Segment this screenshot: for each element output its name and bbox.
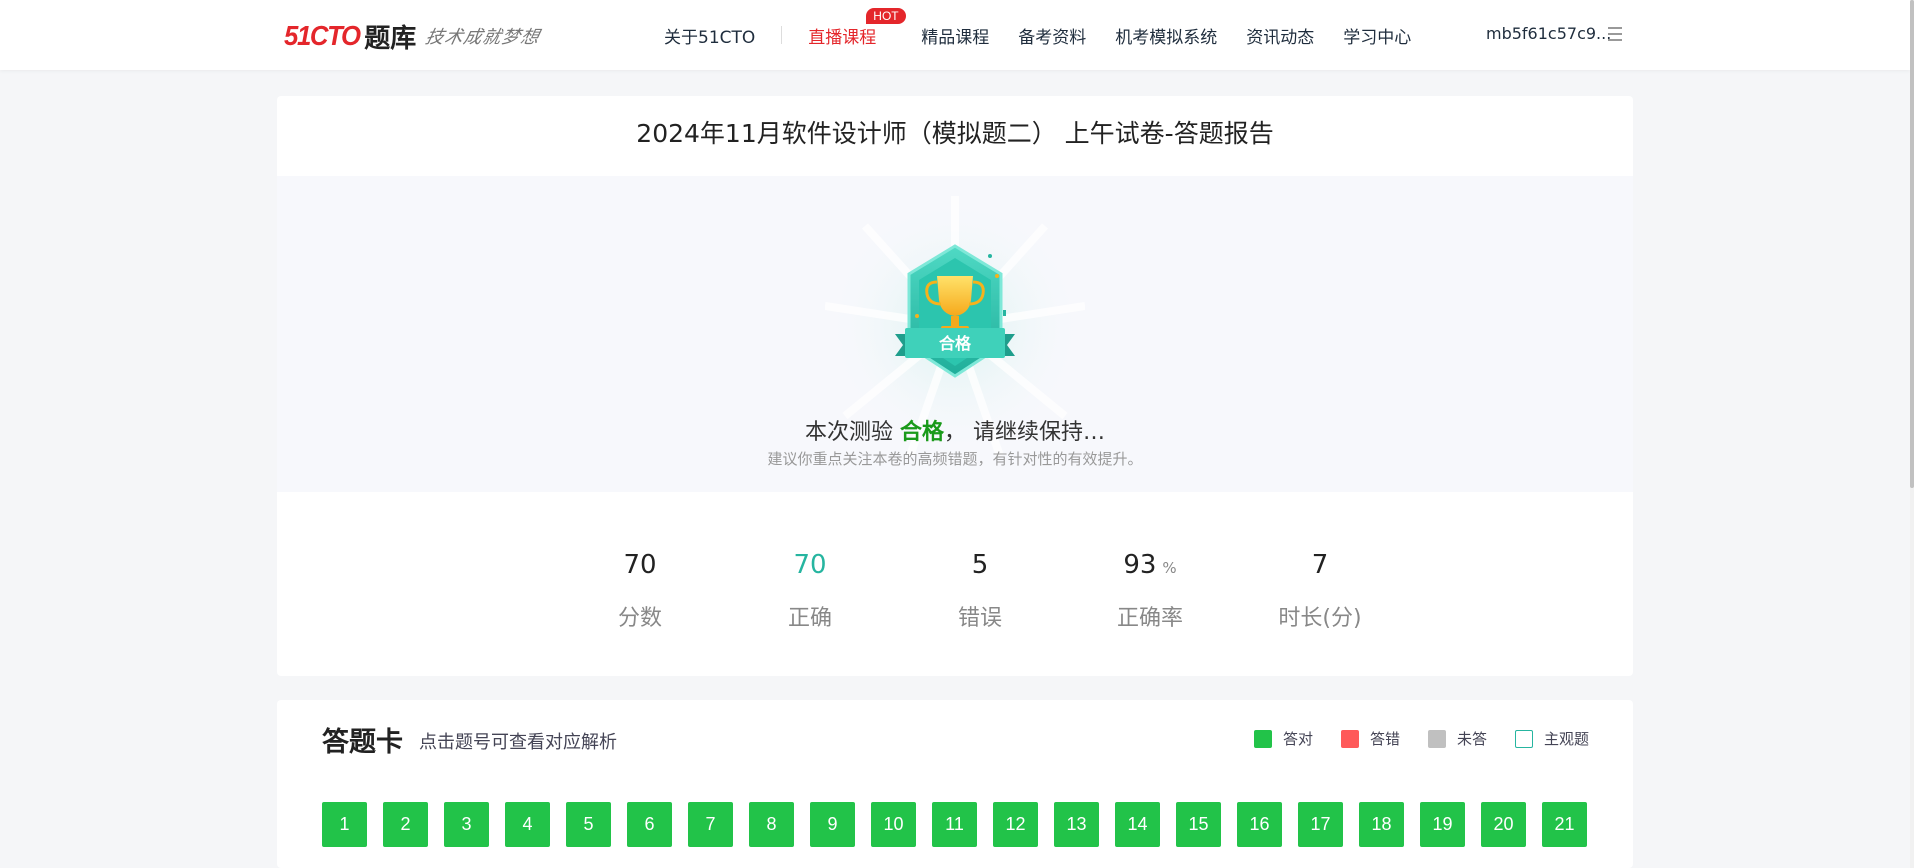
stat-duration: 7 时长(分) (1235, 548, 1405, 632)
question-number-button[interactable]: 12 (993, 802, 1038, 847)
answer-card: 答题卡 点击题号可查看对应解析 答对 答错 未答 主观题 1 2 3 4 5 6 7 8 9 10… (277, 700, 1633, 868)
question-number-button[interactable]: 15 (1176, 802, 1221, 847)
legend-swatch (1514, 729, 1533, 748)
question-number-button[interactable]: 17 (1298, 802, 1343, 847)
verdict-word: 合格 (900, 420, 945, 445)
answer-legend: 答对 答错 未答 主观题 (1226, 728, 1589, 749)
logo-product: 题库 (364, 23, 417, 54)
stat-value: 70 (623, 550, 657, 580)
hot-badge: HOT (866, 7, 906, 24)
answer-card-title: 答题卡 (322, 727, 403, 758)
question-number-button[interactable]: 5 (566, 802, 611, 847)
question-number-button[interactable]: 6 (627, 802, 672, 847)
stat-value: 70 (793, 550, 827, 580)
result-panel: 合格 本次测验 合格， 请继续保持… 建议你重点关注本卷的高频错题，有针对性的有… (277, 176, 1633, 492)
username[interactable]: mb5f61c57c9... (1486, 24, 1611, 43)
legend-label: 未答 (1456, 730, 1487, 748)
question-number-button[interactable]: 16 (1237, 802, 1282, 847)
stat-unit: % (1162, 559, 1177, 577)
question-number-button[interactable]: 18 (1359, 802, 1404, 847)
answer-card-hint: 点击题号可查看对应解析 (419, 732, 617, 753)
legend-subjective: 主观题 (1514, 728, 1589, 749)
scrollbar-thumb[interactable] (1910, 0, 1914, 488)
legend-unanswered: 未答 (1427, 728, 1487, 749)
question-number-button[interactable]: 2 (383, 802, 428, 847)
legend-label: 答错 (1369, 730, 1400, 748)
page-scrollbar[interactable] (1910, 0, 1914, 868)
question-number-button[interactable]: 4 (505, 802, 550, 847)
stat-label: 错误 (957, 606, 1002, 631)
page-title: 2024年11月软件设计师（模拟题二） 上午试卷-答题报告 (636, 119, 1274, 148)
verdict-text: 本次测验 合格， 请继续保持… (277, 414, 1633, 446)
question-number-button[interactable]: 7 (688, 802, 733, 847)
question-number-button[interactable]: 19 (1420, 802, 1465, 847)
verdict-prefix: 本次测验 (804, 420, 893, 445)
top-navbar: 51CTO 题库 技术成就梦想 关于51CTO 直播课程 HOT 精品课程 备考… (0, 0, 1910, 70)
stat-accuracy: 93% 正确率 (1065, 548, 1235, 632)
nav-news[interactable]: 资讯动态 (1246, 23, 1314, 48)
stat-value: 93% (1065, 548, 1235, 582)
legend-swatch (1253, 729, 1272, 748)
stat-correct: 70 正确 (725, 548, 895, 632)
question-number-button[interactable]: 10 (871, 802, 916, 847)
stat-label: 正确 (787, 606, 832, 631)
question-number-button[interactable]: 8 (749, 802, 794, 847)
report-card: 2024年11月软件设计师（模拟题二） 上午试卷-答题报告 合格 本次测验 合格… (277, 96, 1633, 676)
stat-wrong: 5 错误 (895, 548, 1065, 632)
stat-value: 7 (1311, 550, 1329, 580)
legend-swatch (1427, 729, 1446, 748)
question-number-button[interactable]: 3 (444, 802, 489, 847)
legend-swatch (1340, 729, 1359, 748)
nav-live-label: 直播课程 (808, 27, 877, 48)
nav-mock-system[interactable]: 机考模拟系统 (1115, 23, 1217, 48)
menu-icon[interactable] (1608, 27, 1622, 41)
question-grid: 1 2 3 4 5 6 7 8 9 10 11 12 13 14 15 16 17 18 19 20 21 (322, 802, 1603, 847)
legend-label: 答对 (1282, 730, 1313, 748)
nav-courses[interactable]: 精品课程 (921, 23, 989, 48)
question-number-button[interactable]: 20 (1481, 802, 1526, 847)
main-nav: 关于51CTO 直播课程 HOT 精品课程 备考资料 机考模拟系统 资讯动态 学… (664, 0, 1411, 70)
legend-wrong: 答错 (1340, 728, 1400, 749)
question-number-button[interactable]: 1 (322, 802, 367, 847)
legend-label: 主观题 (1543, 730, 1589, 748)
nav-learning-center[interactable]: 学习中心 (1343, 23, 1411, 48)
stats-row: 70 分数 70 正确 5 错误 93% 正确率 7 时长(分) (555, 548, 1405, 632)
verdict-suffix: ， 请继续保持… (944, 420, 1106, 445)
question-number-button[interactable]: 9 (810, 802, 855, 847)
nav-divider (781, 26, 783, 44)
question-number-button[interactable]: 11 (932, 802, 977, 847)
nav-about[interactable]: 关于51CTO (664, 23, 755, 48)
question-number-button[interactable]: 14 (1115, 802, 1160, 847)
nav-live-courses[interactable]: 直播课程 HOT (808, 7, 906, 48)
logo-slogan: 技术成就梦想 (423, 27, 543, 48)
stat-number: 93 (1123, 550, 1157, 580)
question-number-button[interactable]: 21 (1542, 802, 1587, 847)
stat-score: 70 分数 (555, 548, 725, 632)
logo-brand: 51CTO (284, 20, 361, 51)
badge-label: 合格 (939, 334, 972, 353)
site-logo[interactable]: 51CTO 题库 技术成就梦想 (284, 18, 542, 54)
stat-label: 时长(分) (1278, 606, 1362, 631)
question-number-button[interactable]: 13 (1054, 802, 1099, 847)
stat-label: 正确率 (1116, 606, 1183, 631)
nav-materials[interactable]: 备考资料 (1018, 23, 1086, 48)
advice-text: 建议你重点关注本卷的高频错题，有针对性的有效提升。 (767, 450, 1143, 468)
legend-correct: 答对 (1253, 728, 1313, 749)
stat-value: 5 (971, 550, 989, 580)
stat-label: 分数 (617, 606, 662, 631)
